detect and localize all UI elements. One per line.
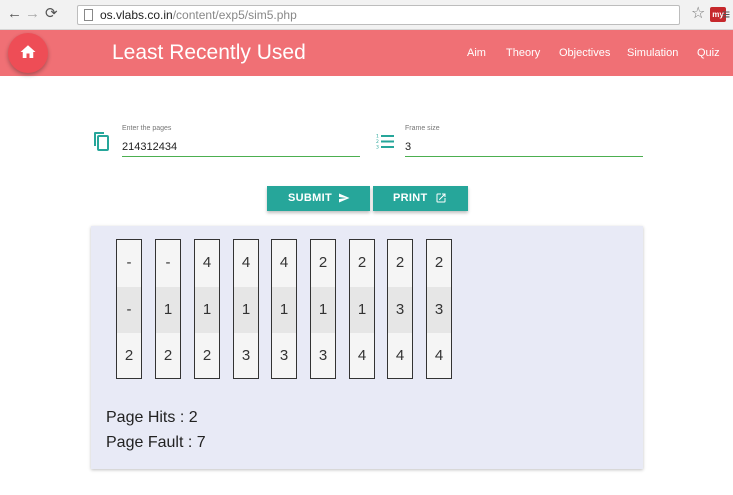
frame-cell: 4	[279, 254, 289, 271]
page-title: Least Recently Used	[112, 41, 306, 64]
home-button[interactable]	[8, 33, 48, 73]
frame-cell: 1	[350, 287, 374, 333]
frame-cell: 2	[163, 347, 173, 364]
nav-quiz[interactable]: Quiz	[697, 46, 720, 60]
frame-cell: 2	[395, 254, 405, 271]
send-icon	[339, 193, 350, 203]
address-bar[interactable]: os.vlabs.co.in/content/exp5/sim5.php	[77, 5, 680, 25]
nav-objectives[interactable]: Objectives	[559, 46, 610, 60]
frame-column: 2 3 4	[426, 239, 452, 379]
svg-text:3: 3	[376, 145, 379, 150]
frame-cell: 2	[318, 254, 328, 271]
frame-column: 2 1 3	[310, 239, 336, 379]
forward-arrow-icon[interactable]: →	[25, 5, 40, 23]
frame-column: - 1 2	[155, 239, 181, 379]
frame-column: 4 1 3	[271, 239, 297, 379]
browser-menu-icon[interactable]: ≡	[722, 5, 733, 23]
frame-cell: 4	[395, 347, 405, 364]
frame-cell: 1	[272, 287, 296, 333]
frame-cell: 2	[202, 347, 212, 364]
home-icon	[20, 45, 36, 58]
page-icon	[84, 9, 93, 21]
numbered-list-icon: 1 2 3	[376, 134, 394, 150]
frame-column: - - 2	[116, 239, 142, 379]
open-external-icon	[436, 193, 446, 203]
frame-cell: 3	[241, 347, 251, 364]
frame-cell: 3	[318, 347, 328, 364]
nav-simulation[interactable]: Simulation	[627, 46, 678, 60]
frame-cell: 2	[434, 254, 444, 271]
frame-column: 2 3 4	[387, 239, 413, 379]
frame-cell: -	[117, 287, 141, 333]
print-button[interactable]: PRINT	[373, 186, 468, 211]
back-arrow-icon[interactable]: ←	[7, 5, 22, 23]
svg-text:1: 1	[376, 134, 379, 140]
nav-theory[interactable]: Theory	[506, 46, 540, 60]
page-hits: Page Hits : 2	[106, 409, 198, 426]
submit-button[interactable]: SUBMIT	[267, 186, 370, 211]
frame-cell: 1	[156, 287, 180, 333]
bookmark-star-icon[interactable]: ☆	[691, 5, 705, 23]
frame-cell: 2	[124, 347, 134, 364]
browser-toolbar: ← → ⟳ os.vlabs.co.in/content/exp5/sim5.p…	[0, 0, 733, 30]
frame-cell: 4	[434, 347, 444, 364]
frame-cell: 3	[427, 287, 451, 333]
frame-column: 4 1 2	[194, 239, 220, 379]
frame-cell: 2	[357, 254, 367, 271]
app-header: Least Recently Used Aim Theory Objective…	[0, 30, 733, 76]
frame-cell: 4	[357, 347, 367, 364]
pages-input[interactable]	[122, 137, 360, 157]
frame-cell: 3	[279, 347, 289, 364]
nav-aim[interactable]: Aim	[467, 46, 486, 60]
frame-cell: 1	[311, 287, 335, 333]
frame-cell: 1	[195, 287, 219, 333]
frame-cell: 4	[241, 254, 251, 271]
frame-cell: 4	[202, 254, 212, 271]
address-url[interactable]: os.vlabs.co.in/content/exp5/sim5.php	[100, 8, 297, 23]
frame-column: 4 1 3	[233, 239, 259, 379]
page-faults: Page Fault : 7	[106, 434, 206, 451]
reload-icon[interactable]: ⟳	[45, 5, 58, 23]
frame-size-input[interactable]	[405, 137, 643, 157]
copy-icon	[94, 132, 109, 151]
frame-cell: -	[126, 254, 132, 271]
frame-column: 2 1 4	[349, 239, 375, 379]
frame-cell: -	[165, 254, 171, 271]
frame-size-label: Frame size	[405, 125, 440, 132]
frame-cell: 1	[234, 287, 258, 333]
pages-label: Enter the pages	[122, 125, 172, 132]
frame-cell: 3	[388, 287, 412, 333]
svg-text:2: 2	[376, 139, 379, 145]
